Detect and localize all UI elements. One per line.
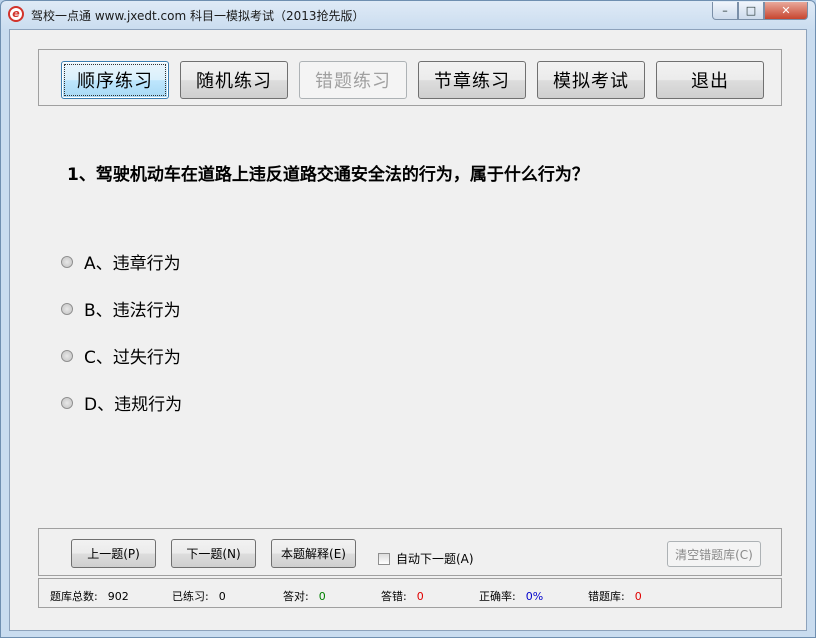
minimize-button[interactable]: – xyxy=(712,2,738,20)
stat-wrong-bank: 错题库: 0 xyxy=(588,588,642,604)
option-a-radio[interactable] xyxy=(61,255,73,268)
option-d-radio[interactable] xyxy=(61,396,73,409)
stat-wrong-value: 0 xyxy=(416,590,424,603)
app-logo-icon: e xyxy=(8,6,24,22)
option-b-radio[interactable] xyxy=(61,302,73,315)
close-button[interactable]: ✕ xyxy=(764,2,808,20)
stat-practiced-label: 已练习: xyxy=(172,590,209,603)
sequential-practice-button[interactable]: 顺序练习 xyxy=(61,61,169,99)
window-title: 驾校一点通 www.jxedt.com 科目一模拟考试（2013抢先版） xyxy=(31,9,365,23)
stat-total-label: 题库总数: xyxy=(50,590,98,603)
title-bar[interactable]: e 驾校一点通 www.jxedt.com 科目一模拟考试（2013抢先版） –… xyxy=(1,1,815,29)
chapter-practice-button[interactable]: 节章练习 xyxy=(418,61,526,99)
random-practice-button[interactable]: 随机练习 xyxy=(180,61,288,99)
status-bar: 题库总数: 902 已练习: 0 答对: 0 答错: 0 正确率: 0% 错题库: 0 xyxy=(38,578,782,608)
clear-wrong-bank-button[interactable]: 清空错题库(C) xyxy=(667,541,761,567)
stat-practiced: 已练习: 0 xyxy=(172,588,226,604)
next-question-button[interactable]: 下一题(N) xyxy=(171,539,256,568)
option-a-label[interactable]: A、违章行为 xyxy=(84,249,181,274)
option-a[interactable]: A、违章行为 xyxy=(61,249,181,274)
question-text: 1、驾驶机动车在道路上违反道路交通安全法的行为，属于什么行为？ xyxy=(67,165,589,185)
auto-next-checkbox[interactable] xyxy=(378,552,390,565)
prev-question-button[interactable]: 上一题(P) xyxy=(71,539,156,568)
stat-wrong-label: 答错: xyxy=(381,590,407,603)
window-controls: – □ ✕ xyxy=(712,2,808,20)
stat-total-value: 902 xyxy=(107,590,129,603)
option-b[interactable]: B、违法行为 xyxy=(61,296,181,321)
stat-rate-value: 0% xyxy=(525,590,544,603)
stat-wrong-bank-label: 错题库: xyxy=(588,590,625,603)
option-c-label[interactable]: C、过失行为 xyxy=(84,343,181,368)
stat-correct: 答对: 0 xyxy=(283,588,326,604)
option-d-label[interactable]: D、违规行为 xyxy=(84,390,182,415)
client-area: 顺序练习 随机练习 错题练习 节章练习 模拟考试 退出 1、驾驶机动车在道路上违… xyxy=(9,29,807,631)
stat-correct-value: 0 xyxy=(318,590,326,603)
explain-button[interactable]: 本题解释(E) xyxy=(271,539,356,568)
stat-practiced-value: 0 xyxy=(218,590,226,603)
stat-total: 题库总数: 902 xyxy=(50,588,129,604)
stat-correct-label: 答对: xyxy=(283,590,309,603)
option-c-radio[interactable] xyxy=(61,349,73,362)
option-c[interactable]: C、过失行为 xyxy=(61,343,181,368)
mock-exam-button[interactable]: 模拟考试 xyxy=(537,61,645,99)
navigation-panel: 上一题(P) 下一题(N) 本题解释(E) 自动下一题(A) 清空错题库(C) xyxy=(38,528,782,576)
stat-wrong-bank-value: 0 xyxy=(634,590,642,603)
stat-rate: 正确率: 0% xyxy=(479,588,543,604)
app-window: e 驾校一点通 www.jxedt.com 科目一模拟考试（2013抢先版） –… xyxy=(0,0,816,638)
exit-button[interactable]: 退出 xyxy=(656,61,764,99)
maximize-button[interactable]: □ xyxy=(738,2,764,20)
auto-next-option[interactable]: 自动下一题(A) xyxy=(378,550,474,567)
option-d[interactable]: D、违规行为 xyxy=(61,390,182,415)
mode-toolbar: 顺序练习 随机练习 错题练习 节章练习 模拟考试 退出 xyxy=(38,49,782,106)
stat-wrong: 答错: 0 xyxy=(381,588,424,604)
stat-rate-label: 正确率: xyxy=(479,590,516,603)
option-b-label[interactable]: B、违法行为 xyxy=(84,296,181,321)
wrong-practice-button[interactable]: 错题练习 xyxy=(299,61,407,99)
auto-next-label[interactable]: 自动下一题(A) xyxy=(396,550,474,567)
